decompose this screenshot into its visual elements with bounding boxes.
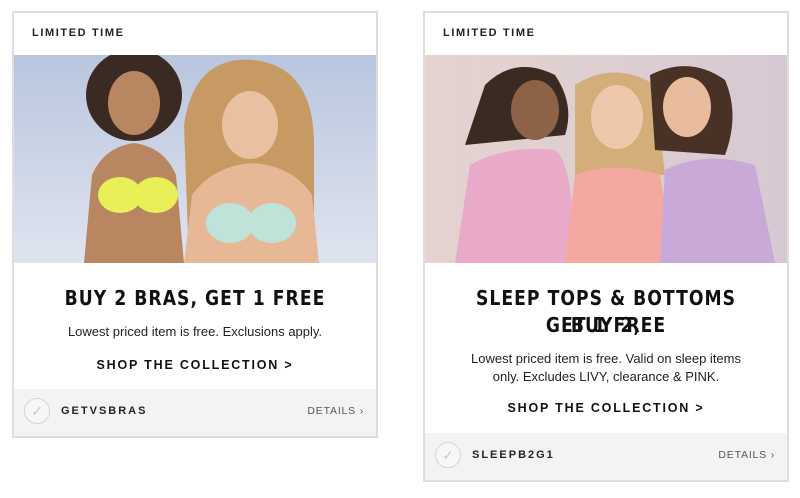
promo-code-bar: ✓ SLEEPB2G1 DETAILS ›: [425, 433, 787, 480]
promo-card-sleep: LIMITED TIME SLEEP TOPS & BOTTOMS BUY 2,…: [423, 11, 789, 482]
check-icon[interactable]: ✓: [435, 442, 461, 468]
details-link[interactable]: DETAILS ›: [307, 405, 364, 417]
promo-code: SLEEPB2G1: [472, 449, 555, 461]
limited-time-badge: LIMITED TIME: [443, 27, 536, 39]
promo-headline-line-2: GET 1 FREE: [545, 313, 667, 337]
check-icon[interactable]: ✓: [24, 398, 50, 424]
promo-image-bras[interactable]: [14, 55, 376, 263]
promo-description-line-1: Lowest priced item is free. Valid on sle…: [471, 351, 741, 366]
promo-image-sleep[interactable]: [425, 55, 787, 263]
shop-collection-link[interactable]: SHOP THE COLLECTION >: [425, 401, 787, 415]
details-link[interactable]: DETAILS ›: [718, 449, 775, 461]
limited-time-badge: LIMITED TIME: [32, 27, 125, 39]
promo-description-line-2: only. Excludes LIVY, clearance & PINK.: [492, 369, 720, 384]
shop-collection-link[interactable]: SHOP THE COLLECTION >: [14, 358, 376, 372]
promo-card-bras: LIMITED TIME BUY 2 BRAS, GET 1 FREE Lowe…: [12, 11, 378, 438]
promo-code: GETVSBRAS: [61, 405, 148, 417]
promo-description: Lowest priced item is free. Exclusions a…: [67, 324, 323, 339]
promo-code-bar: ✓ GETVSBRAS DETAILS ›: [14, 389, 376, 436]
promo-headline: BUY 2 BRAS, GET 1 FREE: [64, 286, 326, 310]
